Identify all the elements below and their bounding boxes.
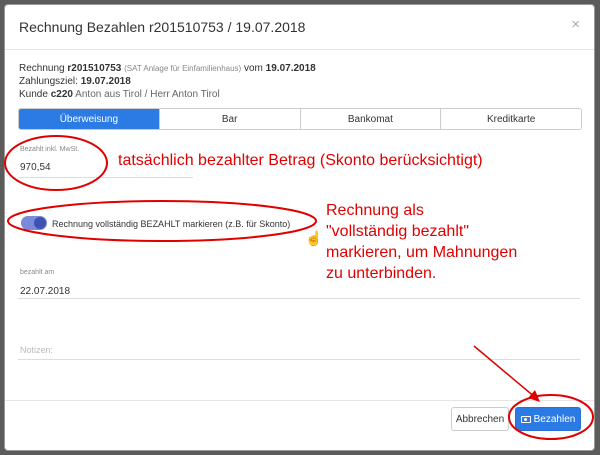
notes-input[interactable]: Notizen:	[20, 345, 53, 355]
payment-method-tabs: Überweisung Bar Bankomat Kreditkarte	[18, 108, 582, 130]
invoice-from: vom	[241, 63, 266, 74]
close-icon[interactable]: ×	[571, 16, 580, 33]
due-line: Zahlungsziel: 19.07.2018	[19, 76, 131, 88]
tab-ueberweisung[interactable]: Überweisung	[19, 109, 159, 129]
dialog-title: Rechnung Bezahlen r201510753 / 19.07.201…	[19, 19, 306, 35]
customer-label: Kunde	[19, 89, 51, 100]
invoice-date: 19.07.2018	[265, 63, 316, 74]
notes-underline	[18, 359, 580, 360]
money-icon	[520, 415, 531, 423]
amount-annotation: tatsächlich bezahlter Betrag (Skonto ber…	[118, 152, 483, 169]
toggle-knob	[34, 217, 46, 229]
toggle-annotation-line-2: "vollständig bezahlt"	[326, 223, 469, 240]
customer-line: Kunde c220 Anton aus Tirol / Herr Anton …	[19, 89, 220, 101]
pay-button-label: Bezahlen	[533, 413, 576, 425]
hand-cursor-icon: ☝	[305, 230, 323, 246]
footer-divider	[5, 400, 594, 401]
amount-underline	[18, 177, 193, 178]
pay-button[interactable]: Bezahlen	[515, 407, 581, 431]
payment-dialog: Rechnung Bezahlen r201510753 / 19.07.201…	[4, 4, 595, 451]
due-date: 19.07.2018	[80, 76, 131, 87]
paid-toggle[interactable]	[21, 216, 47, 230]
dialog-header: Rechnung Bezahlen r201510753 / 19.07.201…	[5, 5, 594, 50]
toggle-annotation-line-4: zu unterbinden.	[326, 265, 437, 282]
paid-on-underline	[18, 298, 580, 299]
tab-bankomat[interactable]: Bankomat	[299, 109, 441, 129]
tab-bar[interactable]: Bar	[158, 109, 300, 129]
paid-on-input[interactable]: 22.07.2018	[20, 286, 70, 297]
paid-on-label: bezahlt am	[20, 269, 55, 276]
cancel-button[interactable]: Abbrechen	[451, 407, 509, 431]
invoice-prefix: Rechnung	[19, 63, 68, 74]
due-label: Zahlungsziel:	[19, 76, 81, 87]
invoice-line: Rechnung r201510753 (SAT Anlage für Einf…	[19, 63, 316, 75]
toggle-annotation-line-1: Rechnung als	[326, 202, 424, 219]
invoice-number: r201510753	[67, 63, 122, 74]
invoice-description: (SAT Anlage für Einfamilienhaus)	[124, 64, 242, 73]
customer-id: c220	[50, 89, 73, 100]
toggle-annotation-line-3: markieren, um Mahnungen	[326, 244, 518, 261]
customer-name: Anton aus Tirol / Herr Anton Tirol	[72, 89, 220, 100]
amount-label: Bezahlt inkl. MwSt.	[20, 146, 80, 153]
amount-input[interactable]: 970,54	[20, 162, 51, 173]
tab-kreditkarte[interactable]: Kreditkarte	[440, 109, 581, 129]
paid-toggle-label: Rechnung vollständig BEZAHLT markieren (…	[52, 219, 291, 229]
